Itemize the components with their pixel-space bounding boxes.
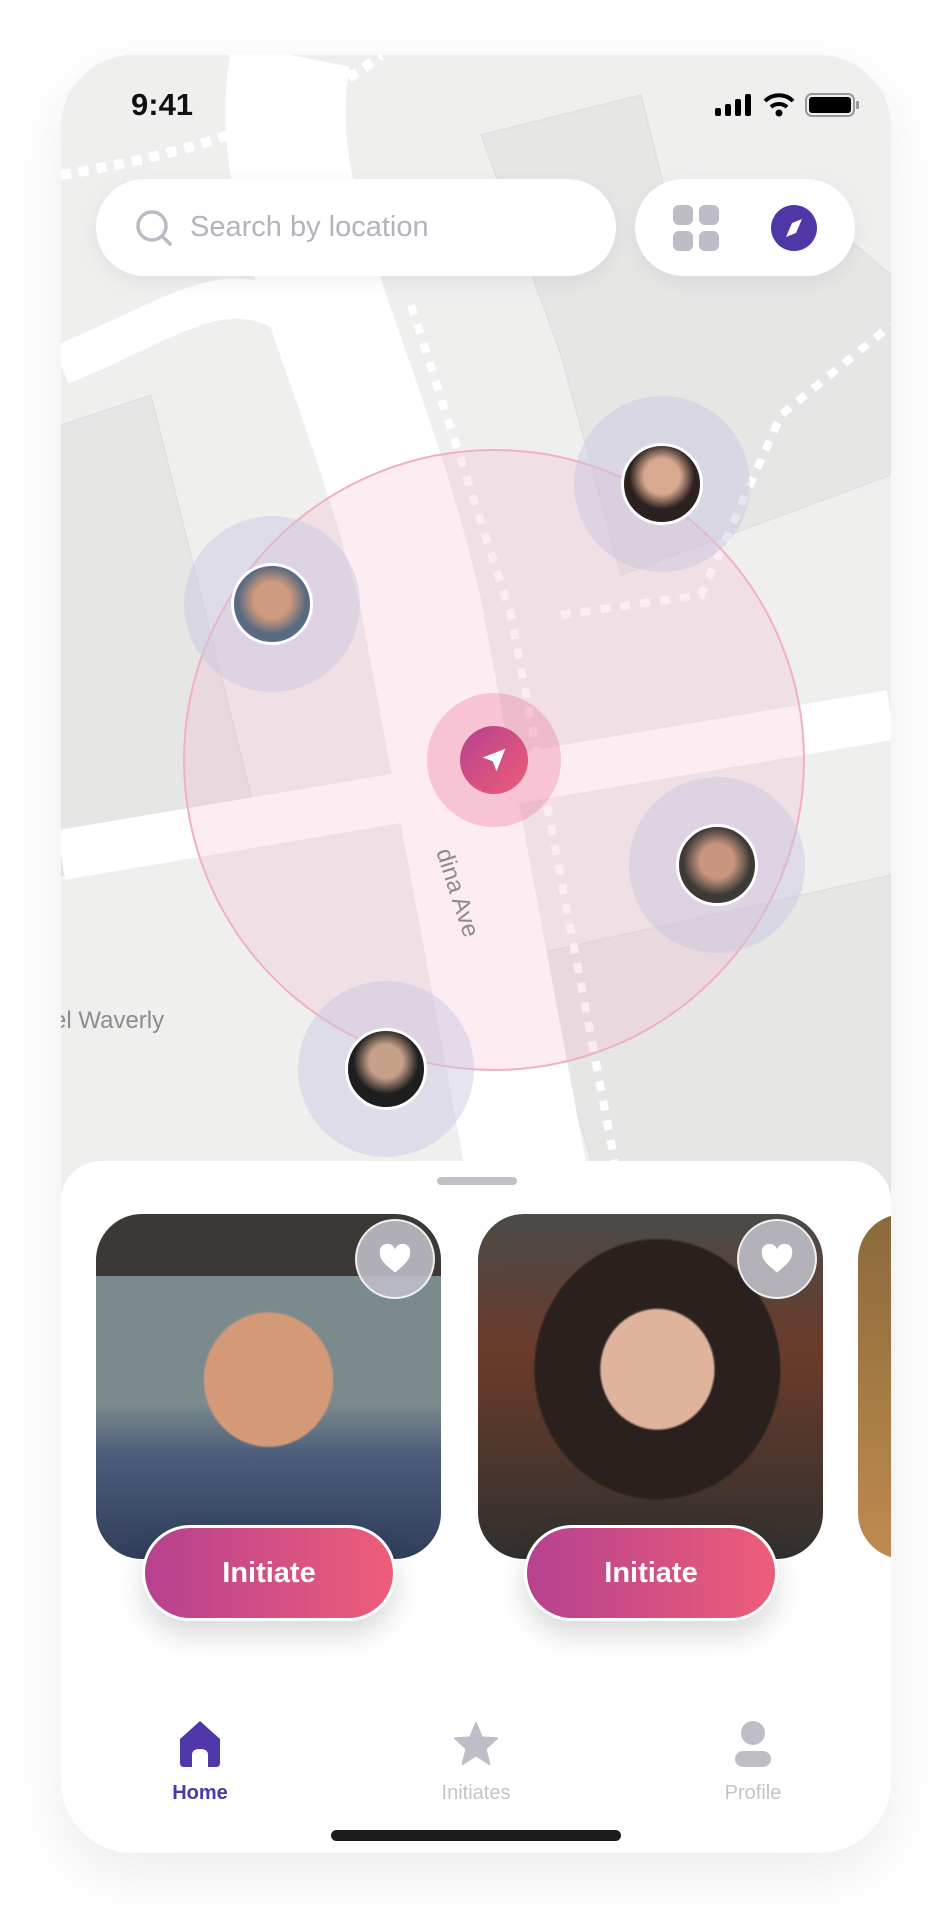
heart-icon <box>761 1244 793 1273</box>
tab-label: Home <box>172 1782 228 1804</box>
current-location-button[interactable] <box>460 726 528 794</box>
tab-profile[interactable]: Profile <box>673 1721 833 1805</box>
home-indicator[interactable] <box>331 1830 621 1841</box>
signal-icon <box>715 94 751 116</box>
status-icons <box>715 93 859 117</box>
status-time: 9:41 <box>131 87 194 122</box>
initiate-button[interactable]: Initiate <box>142 1525 396 1621</box>
tab-initiates[interactable]: Initiates <box>396 1721 556 1805</box>
map-avatar-woman[interactable] <box>621 443 703 525</box>
map-controls <box>635 179 855 276</box>
search-input[interactable]: Search by location <box>96 179 616 276</box>
star-icon <box>453 1721 499 1766</box>
battery-icon <box>805 93 859 117</box>
tab-label: Profile <box>724 1782 782 1804</box>
bottom-sheet: Initiate Initiate Home Initiates Profile <box>61 1161 891 1853</box>
compass-icon[interactable] <box>771 205 817 251</box>
wifi-icon <box>763 93 795 117</box>
favorite-button[interactable] <box>737 1219 817 1299</box>
heart-icon <box>379 1244 411 1273</box>
profile-card-partial[interactable] <box>858 1214 891 1559</box>
favorite-button[interactable] <box>355 1219 435 1299</box>
search-placeholder: Search by location <box>190 211 429 243</box>
phone-screen: dina Ave el Waverly 9:41 Search by locat… <box>61 55 891 1853</box>
sheet-handle[interactable] <box>437 1177 517 1185</box>
home-icon <box>180 1721 220 1767</box>
initiate-button[interactable]: Initiate <box>524 1525 778 1621</box>
search-icon <box>136 209 172 246</box>
tab-home[interactable]: Home <box>120 1721 280 1805</box>
grid-icon[interactable] <box>673 205 719 251</box>
street-label: el Waverly <box>61 1007 165 1034</box>
map-avatar-man-dark[interactable] <box>345 1028 427 1110</box>
map-avatar-young-man[interactable] <box>676 824 758 906</box>
user-icon <box>735 1721 771 1767</box>
tab-label: Initiates <box>441 1782 511 1804</box>
navigation-arrow-icon <box>482 748 506 772</box>
map-avatar-man-smiling[interactable] <box>231 563 313 645</box>
